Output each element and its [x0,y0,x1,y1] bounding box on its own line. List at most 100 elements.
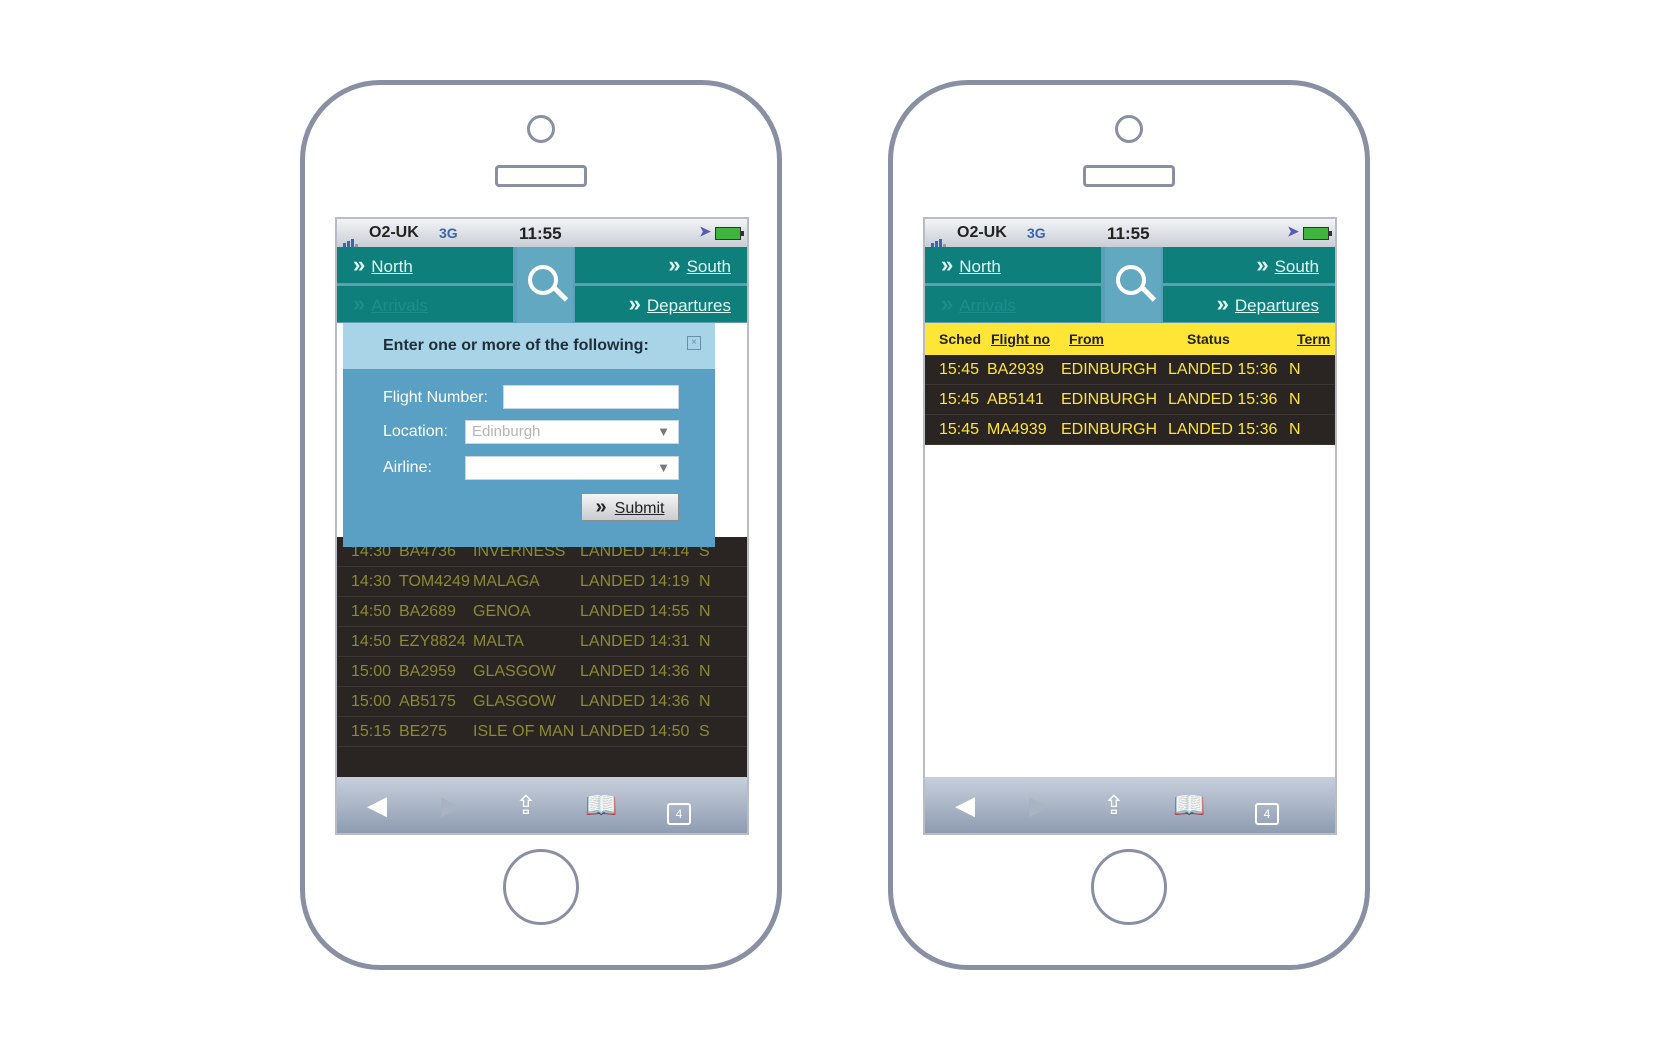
search-icon-handle [1140,285,1157,302]
col-from[interactable]: From [1069,331,1104,347]
col-flight[interactable]: Flight no [991,331,1050,347]
close-icon[interactable]: × [687,336,701,350]
flight-number-input[interactable] [503,385,679,409]
airline-select[interactable]: ▼ [465,456,679,480]
nav-north[interactable]: » North [337,247,513,283]
nav-north[interactable]: » North [925,247,1101,283]
chevron-double-icon: » [1256,252,1269,277]
cell-from: MALTA [473,633,524,650]
table-row[interactable]: 15:00 AB5175 GLASGOW LANDED 14:36 N [337,687,747,717]
browser-toolbar: ◀ ▶ ⇪ 📖 4 [337,777,747,833]
table-row[interactable]: 15:45 BA2939 EDINBURGH LANDED 15:36 N [925,355,1335,385]
chevron-double-icon: » [668,252,681,277]
table-row[interactable]: 14:30 TOM4249 MALAGA LANDED 14:19 N [337,567,747,597]
nav-arrivals[interactable]: » Arrivals [925,286,1101,322]
location-arrow-icon: ➤ [1287,223,1299,239]
back-icon[interactable]: ◀ [955,791,975,819]
cell-flight: BE275 [399,723,448,740]
location-label: Location: [383,423,448,440]
chevron-double-icon: » [941,252,954,277]
phone-right: O2-UK 3G 11:55 ➤ » North » Arrivals » South… [888,80,1370,970]
cell-from: EDINBURGH [1061,361,1158,378]
home-button[interactable] [503,849,579,925]
carrier-label: O2-UK [369,224,419,241]
chevron-double-icon: » [595,496,607,518]
share-icon[interactable]: ⇪ [515,791,537,819]
search-button[interactable] [517,247,573,323]
forward-icon[interactable]: ▶ [1029,791,1049,819]
flight-number-label: Flight Number: [383,389,488,406]
tabs-icon[interactable]: 4 [1255,795,1279,825]
tabs-icon[interactable]: 4 [667,795,691,825]
cell-flight: AB5141 [987,391,1044,408]
submit-button[interactable]: » Submit [581,493,679,521]
table-row[interactable]: 14:50 EZY8824 MALTA LANDED 14:31 N [337,627,747,657]
nav-south-label: South [686,257,731,276]
table-row[interactable]: 15:15 BE275 ISLE OF MAN LANDED 14:50 S [337,717,747,747]
search-modal: Enter one or more of the following: × Fl… [343,323,715,547]
bookmarks-icon[interactable]: 📖 [585,791,617,819]
clock: 11:55 [519,224,562,243]
cell-sched: 15:45 [939,361,980,378]
nav-arrivals[interactable]: » Arrivals [337,286,513,322]
status-bar: O2-UK 3G 11:55 ➤ [925,219,1335,247]
home-button[interactable] [1091,849,1167,925]
cell-from: GENOA [473,603,531,620]
clock: 11:55 [1107,224,1150,243]
cell-sched: 15:00 [351,693,392,710]
cell-from: MALAGA [473,573,540,590]
tabs-count: 4 [1255,803,1279,825]
cell-status: LANDED 15:36 [1168,361,1278,378]
nav-north-label: North [371,257,413,276]
cell-term: S [699,723,710,740]
cell-from: GLASGOW [473,663,556,680]
cell-sched: 14:30 [351,573,392,590]
cell-status: LANDED 14:55 [580,603,690,620]
bookmarks-icon[interactable]: 📖 [1173,791,1205,819]
table-row[interactable]: 15:45 AB5141 EDINBURGH LANDED 15:36 N [925,385,1335,415]
share-icon[interactable]: ⇪ [1103,791,1125,819]
network-label: 3G [439,225,458,241]
nav-departures[interactable]: » Departures [1163,286,1335,322]
back-icon[interactable]: ◀ [367,791,387,819]
cell-flight: EZY8824 [399,633,466,650]
nav-departures-label: Departures [1234,296,1319,315]
airline-label: Airline: [383,459,432,476]
nav-south[interactable]: » South [575,247,747,283]
table-row[interactable]: 15:45 MA4939 EDINBURGH LANDED 15:36 N [925,415,1335,445]
nav-south[interactable]: » South [1163,247,1335,283]
nav-south-label: South [1274,257,1319,276]
cell-term: N [1289,421,1301,438]
col-status: Status [1187,331,1230,347]
cell-term: N [1289,391,1301,408]
cell-sched: 15:15 [351,723,392,740]
dropdown-arrow-icon: ▼ [657,424,670,439]
tabs-count: 4 [667,803,691,825]
chevron-double-icon: » [353,291,366,316]
browser-toolbar: ◀ ▶ ⇪ 📖 4 [925,777,1335,833]
col-term[interactable]: Term [1297,331,1330,347]
status-bar: O2-UK 3G 11:55 ➤ [337,219,747,247]
table-row[interactable]: 14:50 BA2689 GENOA LANDED 14:55 N [337,597,747,627]
phone-left: O2-UK 3G 11:55 ➤ » North » Arrivals » South… [300,80,782,970]
table-row[interactable]: 15:00 BA2959 GLASGOW LANDED 14:36 N [337,657,747,687]
cell-status: LANDED 14:19 [580,573,690,590]
cell-from: GLASGOW [473,693,556,710]
chevron-double-icon: » [941,291,954,316]
search-button[interactable] [1105,247,1161,323]
cell-flight: AB5175 [399,693,456,710]
cell-flight: MA4939 [987,421,1047,438]
nav-north-label: North [959,257,1001,276]
location-select[interactable]: Edinburgh ▼ [465,420,679,444]
col-sched: Sched [939,331,982,347]
nav-departures[interactable]: » Departures [575,286,747,322]
signal-icon [931,229,947,247]
cell-sched: 15:45 [939,421,980,438]
cell-term: N [1289,361,1301,378]
forward-icon[interactable]: ▶ [441,791,461,819]
cell-status: LANDED 14:36 [580,693,690,710]
nav-bar: » North » Arrivals » South » Departures [925,247,1335,323]
cell-status: LANDED 14:31 [580,633,690,650]
cell-term: N [699,573,711,590]
nav-arrivals-label: Arrivals [959,296,1016,315]
